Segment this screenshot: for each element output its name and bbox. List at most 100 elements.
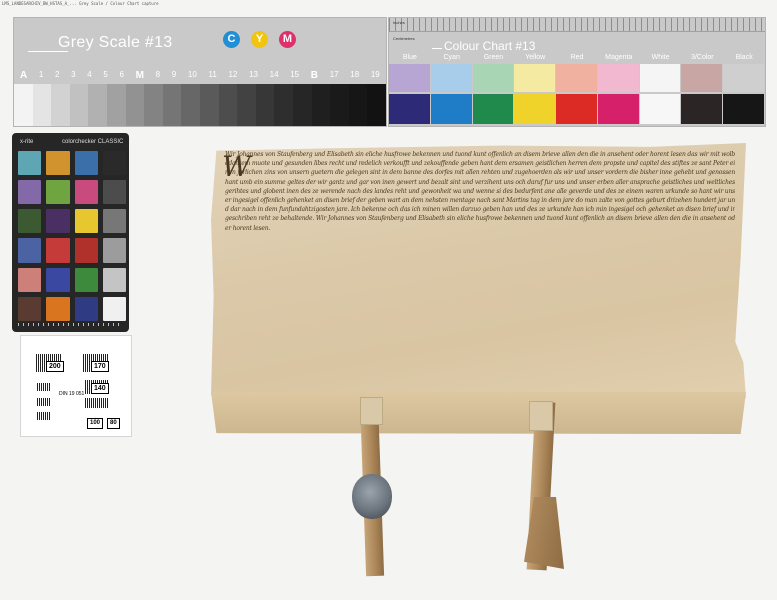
colour-patch <box>639 64 681 92</box>
colour-chart-row-dark <box>389 94 765 124</box>
grey-patch <box>32 84 52 126</box>
resolution-label-80: 80 <box>107 418 120 429</box>
colorchecker-patch <box>46 209 70 234</box>
colour-patch <box>389 94 430 124</box>
resolution-label-170: 170 <box>91 361 109 372</box>
colorchecker-patch <box>102 151 126 176</box>
resolution-bars <box>37 398 51 406</box>
colorchecker-patch <box>46 151 70 176</box>
grey-step-label: 17 <box>329 70 339 79</box>
grey-patch <box>181 84 200 126</box>
document-text: Wir Johannes von Staufenberg und Elisabe… <box>225 151 735 232</box>
grey-scale-card: Grey Scale #13 C Y M A 1 2 3 4 5 6 M 8 9 10 11 12 13 1… <box>13 17 387 127</box>
colour-patch <box>681 94 723 124</box>
colour-patch <box>472 64 514 92</box>
grey-patch <box>255 84 275 126</box>
resolution-label-200: 200 <box>46 361 64 372</box>
grey-step-label: 10 <box>187 70 197 79</box>
resolution-bars <box>85 398 109 408</box>
grey-patch <box>88 84 107 126</box>
grey-patch <box>199 84 219 126</box>
grey-step-label: 1 <box>38 70 44 79</box>
colorchecker-patch <box>102 267 126 292</box>
colour-chart-title-text: Colour Chart #13 <box>444 39 536 53</box>
grey-scale-title-area: Grey Scale #13 <box>14 32 214 58</box>
grey-patch <box>125 84 145 126</box>
colour-patch <box>639 94 681 124</box>
grey-patch <box>348 84 368 126</box>
grey-patch <box>292 84 312 126</box>
colorchecker-patch <box>74 267 98 292</box>
colour-patch <box>723 64 765 92</box>
ruler-centimetres-label: Centimetres <box>393 36 415 41</box>
grey-scale-title: Grey Scale #13 <box>58 34 173 51</box>
xrite-logo: x-rite <box>20 139 34 145</box>
colour-name-label: Green <box>483 54 504 61</box>
colour-patch <box>472 94 514 124</box>
grey-step-label: 4 <box>87 70 92 79</box>
colour-chart-title: Colour Chart #13 <box>432 39 536 53</box>
grey-patch <box>274 84 293 126</box>
yellow-dot: Y <box>251 31 268 48</box>
grey-step-label: B <box>310 70 319 81</box>
colorchecker-patch <box>102 209 126 234</box>
colorchecker-patch-grid <box>18 151 126 321</box>
seal-tag-flap-left <box>360 397 383 425</box>
colorchecker-patch <box>46 267 70 292</box>
grey-patch <box>51 84 70 126</box>
parchment-fold <box>211 392 746 434</box>
colour-patch <box>514 64 556 92</box>
grey-patch <box>162 84 182 126</box>
colour-name-label: Cyan <box>443 54 460 61</box>
colour-patch <box>514 94 556 124</box>
colorchecker-patch <box>18 296 42 321</box>
colour-patch <box>556 94 597 124</box>
colour-patch <box>430 94 472 124</box>
grey-step-label: 9 <box>171 70 177 79</box>
colorchecker-patch <box>18 267 42 292</box>
grey-step-label: 12 <box>228 70 238 79</box>
grey-step-label: 2 <box>55 70 60 79</box>
colour-name-label: Magenta <box>605 54 633 61</box>
colorchecker-patch <box>18 238 42 263</box>
grey-scale-patches <box>14 84 386 126</box>
grey-step-label: 18 <box>350 70 360 79</box>
grey-patch <box>69 84 89 126</box>
cyan-dot: C <box>223 31 240 48</box>
resolution-label-100: 100 <box>87 418 104 429</box>
colorchecker-scale <box>18 323 123 326</box>
colour-patch <box>430 64 472 92</box>
colour-name-label: Yellow <box>525 54 546 61</box>
grey-step-label: 8 <box>155 70 161 79</box>
colorchecker-patch <box>74 209 98 234</box>
grey-step-label: 3 <box>71 70 76 79</box>
grey-patch <box>237 84 256 126</box>
colour-name-label: White <box>651 54 670 61</box>
grey-patch <box>330 84 349 126</box>
capture-header: LMS_LANDESARCHIV_BW_HSTAS_A_... Grey Sca… <box>2 1 159 6</box>
grey-patch <box>106 84 126 126</box>
resolution-bars <box>37 412 51 420</box>
colour-patch <box>597 94 639 124</box>
colorchecker-patch <box>18 151 42 176</box>
colorchecker-patch <box>74 180 98 205</box>
magenta-dot: M <box>279 31 296 48</box>
grey-step-label: 15 <box>290 70 300 79</box>
grey-step-label: 6 <box>119 70 124 79</box>
colorchecker-patch <box>74 238 98 263</box>
colorchecker-patch <box>74 296 98 321</box>
grey-patch <box>144 84 163 126</box>
colorchecker-patch <box>74 151 98 176</box>
wax-seal <box>352 474 392 519</box>
resolution-target: 200 170 140 DIN 19 051 100 80 <box>20 335 132 437</box>
resolution-label-140: 140 <box>91 383 109 394</box>
seal-tag-flap-right <box>529 401 553 431</box>
grey-step-label: 13 <box>249 70 258 79</box>
resolution-bars <box>37 383 51 391</box>
colorchecker-patch <box>46 296 70 321</box>
colorchecker-patch <box>46 180 70 205</box>
ruler-inches-label: Inches <box>393 20 405 25</box>
colour-name-label: Blue <box>402 54 417 61</box>
din-caption: DIN 19 051 <box>59 391 85 397</box>
colour-patch <box>389 64 430 92</box>
